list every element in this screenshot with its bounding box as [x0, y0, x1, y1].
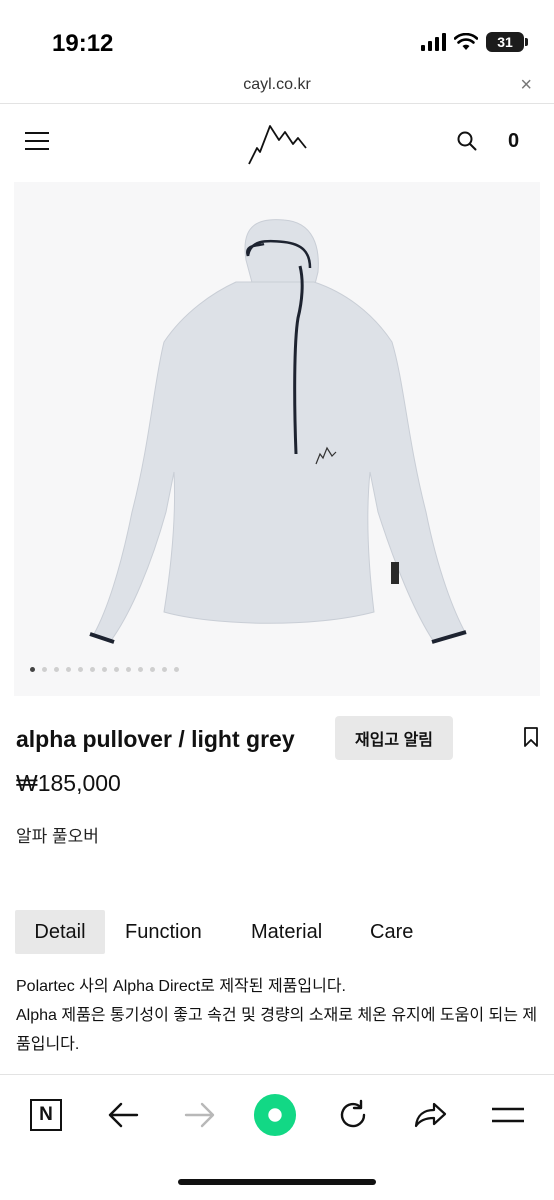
carousel-dot[interactable]: [162, 667, 167, 672]
forward-button[interactable]: [178, 1093, 222, 1137]
carousel-dot[interactable]: [126, 667, 131, 672]
battery-indicator: 31: [486, 32, 528, 52]
naver-letter: N: [39, 1104, 53, 1125]
tab-care[interactable]: Care: [370, 910, 430, 954]
tab-material[interactable]: Material: [251, 910, 351, 954]
green-action-button[interactable]: [253, 1093, 297, 1137]
back-arrow-icon: [108, 1102, 139, 1128]
restock-alert-button[interactable]: 재입고 알림: [335, 716, 453, 760]
green-circle-icon: [253, 1093, 297, 1137]
search-icon[interactable]: [456, 130, 478, 152]
carousel-dot[interactable]: [102, 667, 107, 672]
share-button[interactable]: [408, 1093, 452, 1137]
url-bar[interactable]: cayl.co.kr ×: [0, 70, 554, 104]
menu-icon: [492, 1107, 524, 1123]
home-indicator: [178, 1179, 376, 1185]
site-header: 0: [0, 104, 554, 182]
carousel-dot[interactable]: [66, 667, 71, 672]
product-image[interactable]: [14, 182, 540, 696]
product-tabs: Detail Function Material Care: [15, 910, 430, 954]
back-button[interactable]: [101, 1093, 145, 1137]
tab-detail[interactable]: Detail: [15, 910, 105, 954]
naver-home-button[interactable]: N: [24, 1093, 68, 1137]
carousel-dot[interactable]: [138, 667, 143, 672]
status-time: 19:12: [52, 30, 114, 57]
carousel-dot[interactable]: [42, 667, 47, 672]
hamburger-menu-icon[interactable]: [25, 132, 49, 150]
share-icon: [414, 1102, 447, 1128]
bookmark-icon[interactable]: [523, 726, 539, 748]
carousel-dot[interactable]: [78, 667, 83, 672]
carousel-dot[interactable]: [54, 667, 59, 672]
product-price: ₩185,000: [16, 770, 121, 796]
description-line-1: Polartec 사의 Alpha Direct로 제작된 제품입니다.: [16, 978, 346, 995]
carousel-dot[interactable]: [90, 667, 95, 672]
status-bar: 19:12 31: [0, 0, 554, 70]
carousel-dot[interactable]: [114, 667, 119, 672]
carousel-dot[interactable]: [150, 667, 155, 672]
carousel-dots[interactable]: [30, 667, 179, 672]
description-line-2: Alpha 제품은 통기성이 좋고 속건 및 경량의 소재로 체온 유지에 도움…: [16, 1007, 538, 1053]
naver-icon: N: [30, 1099, 62, 1131]
carousel-dot[interactable]: [174, 667, 179, 672]
cart-count[interactable]: 0: [508, 130, 519, 153]
product-description: Polartec 사의 Alpha Direct로 제작된 제품입니다. Alp…: [16, 972, 544, 1059]
browser-toolbar: N: [0, 1074, 554, 1200]
wifi-icon: [454, 33, 478, 50]
reload-button[interactable]: [331, 1093, 375, 1137]
pullover-illustration: [89, 219, 467, 644]
status-icons: 31: [421, 32, 528, 52]
product-subtitle: 알파 풀오버: [16, 827, 99, 846]
tab-function[interactable]: Function: [125, 910, 235, 954]
signal-icon: [421, 33, 446, 51]
url-text[interactable]: cayl.co.kr: [0, 76, 554, 94]
product-title: alpha pullover / light grey: [16, 726, 295, 752]
forward-arrow-icon: [184, 1102, 215, 1128]
reload-icon: [340, 1099, 366, 1128]
mountain-logo-icon[interactable]: [246, 122, 308, 166]
close-icon[interactable]: ×: [520, 74, 532, 97]
carousel-dot[interactable]: [30, 667, 35, 672]
browser-menu-button[interactable]: [486, 1093, 530, 1137]
